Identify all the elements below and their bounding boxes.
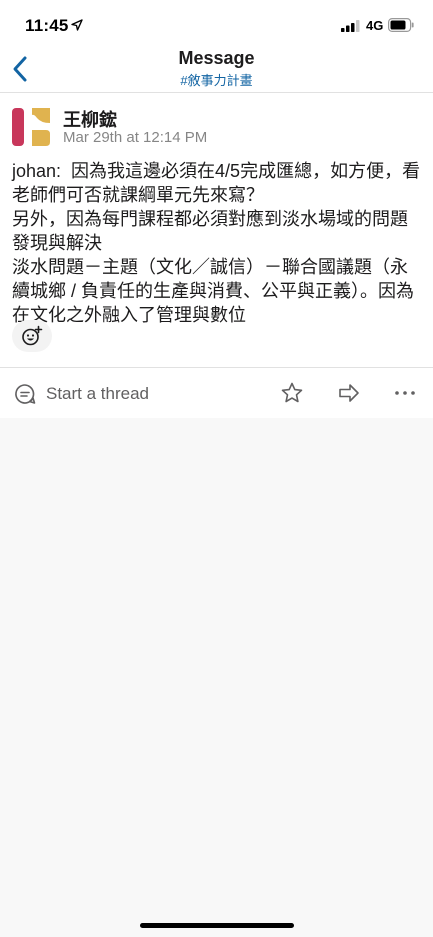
battery-icon	[388, 18, 414, 32]
message-body: johan: 因為我這邊必須在4/5完成匯總，如方便，看老師們可否就課綱單元先來…	[12, 161, 421, 325]
more-options-icon[interactable]	[393, 381, 417, 405]
add-reaction-icon	[22, 325, 43, 346]
home-indicator[interactable]	[140, 923, 294, 928]
channel-link[interactable]: #敘事力計畫	[0, 70, 433, 89]
location-arrow-icon	[71, 19, 83, 31]
start-thread-button[interactable]: Start a thread	[46, 384, 149, 404]
avatar[interactable]	[12, 108, 50, 146]
thread-empty-area	[0, 418, 433, 937]
comment-icon[interactable]	[14, 383, 36, 405]
page-title: Message	[178, 48, 255, 68]
status-time: 11:45	[25, 16, 69, 35]
nav-header: Message #敘事力計畫	[0, 48, 433, 93]
add-reaction-button[interactable]	[12, 320, 52, 352]
status-bar: 11:45 4G	[0, 0, 433, 48]
share-icon[interactable]	[337, 381, 361, 405]
star-icon[interactable]	[280, 381, 304, 405]
network-type: 4G	[366, 18, 384, 33]
cellular-signal-icon	[341, 20, 360, 32]
thread-action-bar: Start a thread	[0, 367, 433, 419]
message-timestamp: Mar 29th at 12:14 PM	[63, 129, 208, 146]
